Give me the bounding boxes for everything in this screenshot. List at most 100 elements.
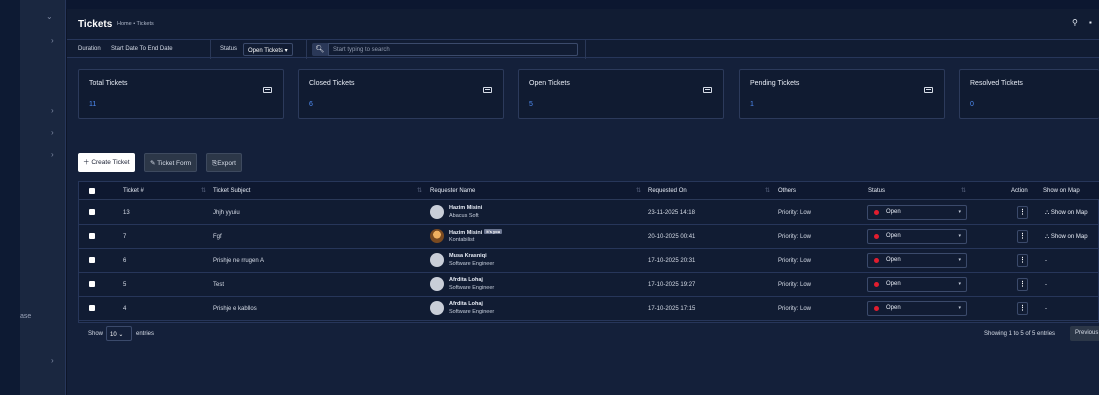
page-length-select[interactable]: 10 ⌄ [106,326,132,341]
total-tickets-card[interactable]: Total Tickets 11 [78,69,284,119]
row-checkbox[interactable] [89,257,95,263]
chevron-right-icon[interactable]: › [51,356,54,365]
more-actions-button[interactable]: ⋮ [1017,278,1028,291]
card-title: Closed Tickets [309,80,355,87]
map-placeholder: - [1045,282,1047,288]
card-title: Resolved Tickets [970,80,1023,87]
closed-tickets-card[interactable]: Closed Tickets 6 [298,69,504,119]
status-select[interactable]: Open ▾ [867,229,967,244]
row-checkbox[interactable] [89,305,95,311]
sidebar-item-label[interactable]: ase [20,313,31,320]
chevron-down-icon[interactable]: ⌄ [46,12,53,21]
pending-tickets-card[interactable]: Pending Tickets 1 [739,69,945,119]
row-checkbox[interactable] [89,233,95,239]
card-title: Open Tickets [529,80,570,87]
table-row[interactable]: 4 Prishje e kabllos Afrdita Lohaj Softwa… [79,297,1099,321]
export-button[interactable]: ⎘Export [206,153,242,172]
table-row[interactable]: 7 Fgf Hazim Misini It's you Kontabilist 2… [79,225,1099,249]
ticket-id: 13 [123,210,130,216]
column-header[interactable]: Ticket # [123,188,144,194]
table-row[interactable]: 13 Jhjh yyuiu Hazim Misini Abacus Soft 2… [79,201,1099,225]
card-value: 0 [970,101,974,108]
table-header: Ticket # ⇅ Ticket Subject ⇅ Requester Na… [79,182,1099,200]
column-header[interactable]: Ticket Subject [213,188,250,194]
column-header[interactable]: Status [868,188,885,194]
sort-icon[interactable]: ⇅ [765,187,770,194]
status-filter-select[interactable]: Open Tickets ▾ [243,43,293,56]
status-dot-icon [874,282,879,287]
chevron-right-icon[interactable]: › [51,36,54,45]
show-on-map-link[interactable]: ⛬ Show on Map [1045,210,1088,217]
more-actions-button[interactable]: ⋮ [1017,206,1028,219]
status-select[interactable]: Open ▾ [867,277,967,292]
status-select[interactable]: Open ▾ [867,253,967,268]
caret-down-icon: ▾ [958,281,961,287]
chevron-right-icon[interactable]: › [51,106,54,115]
requester-role: Software Engineer [449,261,495,267]
map-placeholder: - [1045,258,1047,264]
breadcrumb: Home • Tickets [117,21,154,27]
chevron-right-icon[interactable]: › [51,150,54,159]
ticket-icon [263,87,272,93]
table-row[interactable]: 6 Prishje ne rrugen A Musa Krasniqi Soft… [79,249,1099,273]
ticket-subject[interactable]: Fgf [213,234,222,240]
more-actions-button[interactable]: ⋮ [1017,254,1028,267]
status-dot-icon [874,210,879,215]
more-actions-button[interactable]: ⋮ [1017,230,1028,243]
status-dot-icon [874,306,879,311]
search-input[interactable]: Start typing to search [328,43,578,56]
show-on-map-link[interactable]: ⛬ Show on Map [1045,234,1088,241]
more-actions-button[interactable]: ⋮ [1017,302,1028,315]
duration-label: Duration [78,46,101,52]
pagination-info: Showing 1 to 5 of 5 entries [984,331,1056,337]
open-tickets-card[interactable]: Open Tickets 5 [518,69,724,119]
priority: Priority: Low [778,234,812,240]
column-header: Show on Map [1043,188,1080,194]
requester-role: Software Engineer [449,285,495,291]
priority: Priority: Low [778,210,812,216]
search-icon[interactable]: 🔍︎ [312,43,328,56]
status-select[interactable]: Open ▾ [867,301,967,316]
avatar [430,277,444,291]
sort-icon[interactable]: ⇅ [636,187,641,194]
ticket-subject[interactable]: Prishje e kabllos [213,306,257,312]
ticket-subject[interactable]: Test [213,282,224,288]
sort-icon[interactable]: ⇅ [201,187,206,194]
ticket-subject[interactable]: Prishje ne rrugen A [213,258,264,264]
select-all-checkbox[interactable] [89,188,95,194]
page-header: Tickets Home • Tickets ⚲ ▪ [67,9,1099,39]
column-header: Action [1011,188,1028,194]
caret-down-icon: ▾ [958,233,961,239]
row-checkbox[interactable] [89,281,95,287]
sort-icon[interactable]: ⇅ [417,187,422,194]
pencil-icon: ✎ [150,160,156,167]
sort-icon[interactable]: ⇅ [961,187,966,194]
resolved-tickets-card[interactable]: Resolved Tickets 0 [959,69,1099,119]
requester-role: Kontabilist [449,237,475,243]
column-header[interactable]: Requester Name [430,188,475,194]
ticket-subject[interactable]: Jhjh yyuiu [213,210,240,216]
table-row[interactable]: 5 Test Afrdita Lohaj Software Engineer 1… [79,273,1099,297]
you-badge: It's you [484,229,503,234]
chevron-right-icon[interactable]: › [51,128,54,137]
ticket-form-button[interactable]: ✎ Ticket Form [144,153,198,172]
status-dot-icon [874,258,879,263]
divider [585,40,586,59]
requester-name: Hazim Misini It's you [449,229,503,236]
column-header[interactable]: Others [778,188,796,194]
search-icon[interactable]: ⚲ [1072,18,1078,27]
status-select[interactable]: Open ▾ [867,205,967,220]
row-checkbox[interactable] [89,209,95,215]
requester-name: Hazim Misini [449,205,483,211]
show-label: Show [88,331,104,337]
column-header[interactable]: Requested On [648,188,687,194]
date-range-picker[interactable]: Start Date To End Date [111,46,173,52]
card-title: Total Tickets [89,80,128,87]
create-ticket-button[interactable]: ＋ Create Ticket [78,153,135,172]
menu-icon[interactable]: ▪ [1089,18,1092,27]
previous-button[interactable]: Previous [1070,326,1099,341]
filter-bar: Duration Start Date To End Date Status O… [67,39,1099,59]
requested-on: 23-11-2025 14:18 [648,210,695,216]
page-title: Tickets [78,19,113,30]
avatar [430,205,444,219]
